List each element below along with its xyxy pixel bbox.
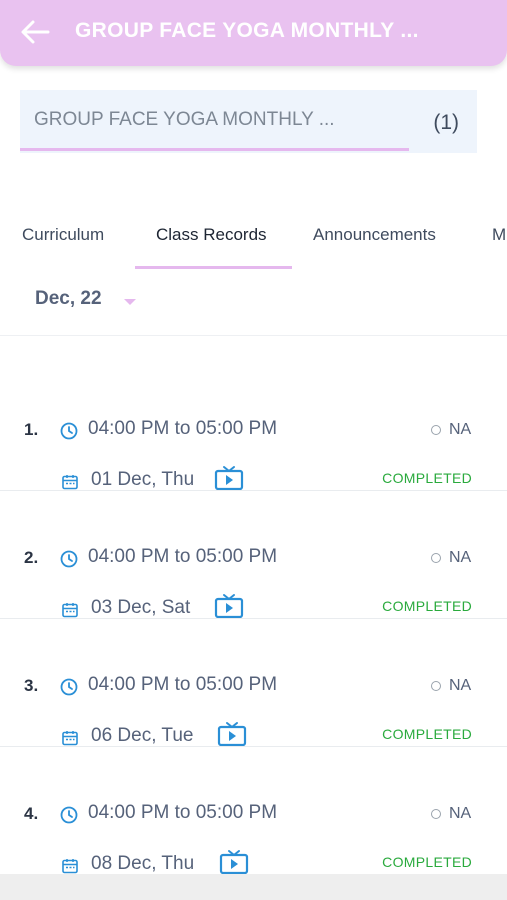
circle-icon bbox=[431, 809, 441, 819]
calendar-icon bbox=[62, 603, 78, 618]
record-time: 04:00 PM to 05:00 PM bbox=[88, 674, 278, 695]
play-recording-icon[interactable] bbox=[214, 465, 244, 491]
bottom-bar bbox=[0, 874, 507, 900]
caret-down-icon bbox=[124, 299, 136, 305]
attendance-label: NA bbox=[449, 677, 472, 694]
clock-icon bbox=[60, 806, 78, 824]
record-number: 4. bbox=[24, 804, 39, 823]
status-badge: COMPLETED bbox=[382, 470, 472, 486]
course-underline bbox=[20, 148, 409, 151]
calendar-icon bbox=[62, 475, 78, 490]
status-badge: COMPLETED bbox=[382, 598, 472, 614]
class-record-row[interactable]: 4. 04:00 PM to 05:00 PM NA 08 Dec, Thu C… bbox=[0, 747, 507, 875]
record-time: 04:00 PM to 05:00 PM bbox=[88, 418, 278, 439]
class-record-row[interactable]: 3. 04:00 PM to 05:00 PM NA 06 Dec, Tue C… bbox=[0, 619, 507, 747]
app-header: GROUP FACE YOGA MONTHLY ... bbox=[0, 0, 507, 66]
record-number: 3. bbox=[24, 676, 39, 695]
tab-class-records[interactable]: Class Records bbox=[156, 225, 267, 245]
month-dropdown[interactable]: Dec, 22 bbox=[35, 288, 136, 318]
play-recording-icon[interactable] bbox=[217, 721, 247, 747]
calendar-icon bbox=[62, 859, 78, 874]
circle-icon bbox=[431, 681, 441, 691]
circle-icon bbox=[431, 425, 441, 435]
attendance-label: NA bbox=[449, 421, 472, 438]
record-date: 08 Dec, Thu bbox=[91, 853, 195, 874]
tab-curriculum[interactable]: Curriculum bbox=[22, 225, 104, 245]
arrow-left-icon bbox=[21, 20, 50, 44]
circle-icon bbox=[431, 553, 441, 563]
course-name: GROUP FACE YOGA MONTHLY ... bbox=[34, 109, 335, 130]
tab-bar: Curriculum Class Records Announcements M bbox=[0, 215, 507, 270]
active-tab-indicator bbox=[135, 266, 292, 269]
record-number: 2. bbox=[24, 548, 39, 567]
record-time: 04:00 PM to 05:00 PM bbox=[88, 546, 278, 567]
record-date: 06 Dec, Tue bbox=[91, 725, 194, 746]
record-number: 1. bbox=[24, 420, 39, 439]
record-time: 04:00 PM to 05:00 PM bbox=[88, 802, 278, 823]
calendar-icon bbox=[62, 731, 78, 746]
status-badge: COMPLETED bbox=[382, 854, 472, 870]
clock-icon bbox=[60, 422, 78, 440]
course-count: (1) bbox=[433, 111, 459, 134]
tab-more[interactable]: M bbox=[492, 225, 506, 245]
record-date: 03 Dec, Sat bbox=[91, 597, 191, 618]
play-recording-icon[interactable] bbox=[219, 849, 249, 875]
month-label: Dec, 22 bbox=[35, 288, 102, 309]
attendance-label: NA bbox=[449, 549, 472, 566]
page-title: GROUP FACE YOGA MONTHLY ... bbox=[75, 19, 419, 42]
status-badge: COMPLETED bbox=[382, 726, 472, 742]
class-record-row[interactable]: 2. 04:00 PM to 05:00 PM NA 03 Dec, Sat C… bbox=[0, 491, 507, 619]
tab-announcements[interactable]: Announcements bbox=[313, 225, 436, 245]
clock-icon bbox=[60, 678, 78, 696]
attendance-label: NA bbox=[449, 805, 472, 822]
course-selector[interactable]: GROUP FACE YOGA MONTHLY ... (1) bbox=[20, 90, 477, 153]
play-recording-icon[interactable] bbox=[214, 593, 244, 619]
clock-icon bbox=[60, 550, 78, 568]
class-record-row[interactable]: 1. 04:00 PM to 05:00 PM NA 01 Dec, Thu C… bbox=[0, 363, 507, 491]
record-date: 01 Dec, Thu bbox=[91, 469, 195, 490]
back-button[interactable] bbox=[18, 17, 52, 47]
divider bbox=[0, 335, 507, 336]
